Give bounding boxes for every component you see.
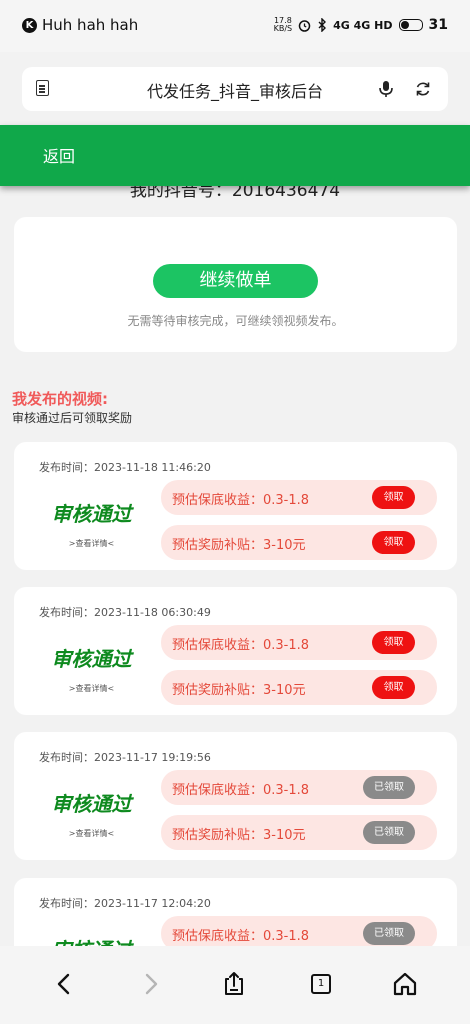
income-label: 预估保底收益：0.3-1.8 — [172, 929, 310, 944]
claim-income-button[interactable]: 领取 — [372, 486, 415, 509]
income-label: 预估保底收益：0.3-1.8 — [172, 783, 310, 798]
videos-section-subtitle: 审核通过后可领取奖励 — [12, 411, 133, 425]
income-label: 预估保底收益：0.3-1.8 — [172, 638, 310, 653]
subsidy-pill: 预估奖励补贴：3-10元 领取 — [161, 670, 437, 705]
alarm-icon — [298, 19, 311, 32]
tabs-icon[interactable]: 1 — [306, 969, 336, 999]
claim-income-button[interactable]: 领取 — [372, 631, 415, 654]
k-app-icon: K — [22, 17, 37, 33]
back-button[interactable]: 返回 — [43, 143, 75, 167]
network-speed: 17.8 KB/S — [274, 17, 293, 33]
app-bar: 返回 — [0, 125, 470, 186]
claim-subsidy-button[interactable]: 领取 — [372, 676, 415, 699]
claimed-income-button[interactable]: 已领取 — [363, 776, 415, 799]
subsidy-label: 预估奖励补贴：3-10元 — [172, 683, 306, 698]
speed-unit: KB/S — [273, 24, 293, 33]
app-name: Huh hah hah — [42, 16, 139, 34]
view-details-link[interactable]: >查看详情< — [14, 538, 169, 549]
forward-arrow-icon[interactable] — [136, 969, 166, 999]
continue-order-button[interactable]: 继续做单 — [153, 264, 318, 298]
view-details-link[interactable]: >查看详情< — [14, 828, 169, 839]
back-arrow-icon[interactable] — [49, 969, 79, 999]
claimed-subsidy-button[interactable]: 已领取 — [363, 821, 415, 844]
status-bar: K Huh hah hah 17.8 KB/S 4G 4G HD 31 — [0, 0, 470, 52]
home-icon[interactable] — [390, 969, 420, 999]
subsidy-pill: 预估奖励补贴：3-10元 领取 — [161, 525, 437, 560]
status-right: 17.8 KB/S 4G 4G HD 31 — [274, 17, 448, 34]
battery-icon — [398, 19, 423, 31]
videos-section-title: 我发布的视频: — [12, 390, 108, 408]
reload-icon[interactable] — [414, 80, 432, 98]
review-status: 审核通过 — [51, 792, 132, 816]
browser-bottom-nav: 1 — [0, 946, 470, 1024]
video-card: 发布时间：2023-11-18 11:46:20 审核通过 >查看详情< 预估保… — [14, 442, 457, 570]
income-pill: 预估保底收益：0.3-1.8 领取 — [161, 625, 437, 660]
claim-subsidy-button[interactable]: 领取 — [372, 531, 415, 554]
continue-note: 无需等待审核完成，可继续领视频发布。 — [127, 314, 344, 328]
publish-time: 发布时间：2023-11-17 12:04:20 — [39, 897, 211, 910]
video-card: 发布时间：2023-11-17 19:19:56 审核通过 >查看详情< 预估保… — [14, 732, 457, 860]
signal-icon: 4G 4G HD — [333, 18, 393, 32]
income-label: 预估保底收益：0.3-1.8 — [172, 493, 310, 508]
subsidy-label: 预估奖励补贴：3-10元 — [172, 828, 306, 843]
subsidy-pill: 预估奖励补贴：3-10元 已领取 — [161, 815, 437, 850]
publish-time: 发布时间：2023-11-18 06:30:49 — [39, 606, 211, 619]
income-pill: 预估保底收益：0.3-1.8 领取 — [161, 480, 437, 515]
income-pill: 预估保底收益：0.3-1.8 已领取 — [161, 770, 437, 805]
status-left: K Huh hah hah — [22, 16, 138, 34]
subsidy-label: 预估奖励补贴：3-10元 — [172, 538, 306, 553]
publish-time: 发布时间：2023-11-18 11:46:20 — [39, 461, 211, 474]
bluetooth-icon — [318, 18, 327, 32]
tab-count: 1 — [311, 974, 331, 994]
review-status: 审核通过 — [51, 647, 132, 671]
review-status: 审核通过 — [51, 502, 132, 526]
publish-time: 发布时间：2023-11-17 19:19:56 — [39, 751, 211, 764]
battery-level: 31 — [428, 17, 448, 33]
view-details-link[interactable]: >查看详情< — [14, 683, 169, 694]
mic-icon[interactable] — [376, 79, 396, 99]
video-card: 发布时间：2023-11-18 06:30:49 审核通过 >查看详情< 预估保… — [14, 587, 457, 715]
claimed-income-button[interactable]: 已领取 — [363, 922, 415, 945]
url-bar[interactable]: 代发任务_抖音_审核后台 — [22, 67, 448, 111]
share-icon[interactable] — [219, 969, 249, 999]
